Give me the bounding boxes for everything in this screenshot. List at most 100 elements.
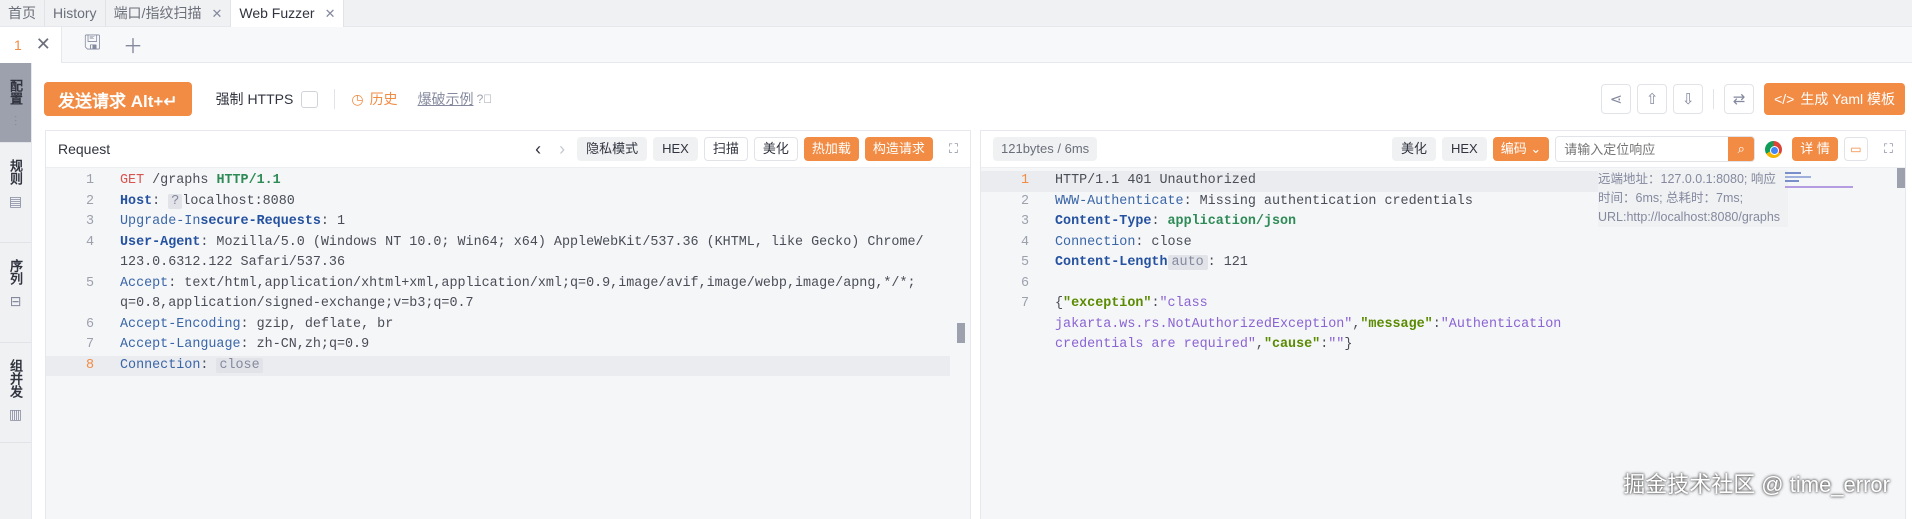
close-icon[interactable]: ✕: [211, 0, 222, 27]
code-token: :: [200, 357, 217, 373]
code-token: : text/html,application/xhtml+xml,applic…: [120, 275, 924, 312]
chevron-down-icon: ⌄: [1530, 141, 1542, 156]
fuzzer-subtab-bar: 1 ✕ 🖫 ＋: [0, 26, 1912, 63]
columns-icon: ▥: [8, 406, 23, 422]
code-token: Accept: [120, 275, 169, 291]
beautify-button[interactable]: 美化: [753, 137, 798, 161]
subtab-1[interactable]: 1 ✕: [0, 26, 62, 63]
scrollbar[interactable]: [957, 323, 965, 343]
line-text: Content-Type: application/json: [1055, 212, 1296, 233]
yaml-label: 生成 Yaml 模板: [1800, 91, 1895, 107]
code-line: 1 GET /graphs HTTP/1.1: [46, 171, 950, 192]
tab-label: Web Fuzzer: [239, 5, 315, 21]
code-line: 2 WWW-Authenticate: Missing authenticatio…: [981, 192, 1605, 213]
sidebar-label: 配置: [8, 79, 23, 105]
code-token: Upgrade-In: [120, 214, 201, 229]
swap-icon[interactable]: ⇄: [1724, 84, 1755, 114]
share-icon[interactable]: ⋖: [1601, 84, 1632, 114]
search-icon[interactable]: ⌕: [1728, 137, 1755, 161]
scan-button[interactable]: 扫描: [703, 137, 748, 161]
line-number: 4: [1020, 234, 1029, 250]
construct-request-button[interactable]: 构造请求: [864, 137, 933, 161]
back-icon[interactable]: ‹: [529, 139, 547, 160]
clipboard-icon: ▤: [8, 193, 23, 209]
request-editor[interactable]: 1 GET /graphs HTTP/1.1 2 Host: ? localhost:8…: [46, 168, 970, 376]
chrome-icon[interactable]: [1765, 140, 1783, 158]
line-number: 4: [85, 234, 94, 250]
tab-label: History: [53, 5, 97, 21]
code-token: :: [152, 193, 169, 209]
import-icon[interactable]: ⇩: [1673, 84, 1704, 114]
code-line: 4 User-Agent: Mozilla/5.0 (Windows NT 10.…: [46, 233, 950, 274]
line-text: Accept: text/html,application/xhtml+xml,…: [120, 274, 950, 315]
code-token: Connection: [1055, 234, 1136, 250]
line-number: 7: [1020, 296, 1029, 311]
forward-icon[interactable]: ›: [553, 139, 571, 160]
detail-button[interactable]: 详 情: [1792, 137, 1838, 161]
watermark: 掘金技术社区 @ time_error: [1623, 472, 1890, 497]
code-token: }: [1344, 337, 1353, 352]
line-number: 3: [85, 214, 94, 229]
code-token: ,: [1255, 337, 1264, 352]
help-icon[interactable]: ?⃝: [477, 92, 493, 106]
sidebar-item-sequence[interactable]: 序列 ⊟: [0, 243, 31, 343]
scrollbar[interactable]: [1897, 168, 1905, 188]
sidebar-item-config[interactable]: 配置 ⫶: [0, 63, 31, 143]
code-token: "": [1328, 337, 1345, 352]
code-token: GET: [120, 173, 145, 188]
code-token: :: [1151, 214, 1168, 229]
close-icon[interactable]: ✕: [325, 0, 336, 27]
code-line: 5 Accept: text/html,application/xhtml+xml…: [46, 274, 950, 315]
request-panel: Request ‹ › 隐私模式 HEX 扫描 美化 热加载 构造请求 ⛶ 1 GE…: [45, 130, 971, 519]
line-text: Connection: close: [120, 356, 263, 377]
line-number: 5: [1020, 255, 1029, 270]
code-token: : gzip, deflate, br: [240, 316, 394, 332]
close-icon[interactable]: ✕: [36, 34, 51, 55]
force-https-label: 强制 HTTPS: [215, 91, 294, 107]
sidebar-label: 组并发: [8, 359, 23, 398]
line-number: 2: [85, 193, 94, 209]
line-text: HTTP/1.1 401 Unauthorized: [1055, 171, 1256, 192]
history-button[interactable]: ◷ 历史: [351, 89, 397, 109]
left-sidebar: 配置 ⫶ 规则 ▤ 序列 ⊟ 组并发 ▥: [0, 63, 32, 519]
fullscreen-icon[interactable]: ⛶: [1884, 141, 1893, 157]
line-number: 2: [1020, 193, 1029, 209]
generate-yaml-button[interactable]: </> 生成 Yaml 模板: [1764, 83, 1905, 115]
sidebar-item-concurrency[interactable]: 组并发 ▥: [0, 343, 31, 443]
privacy-mode-button[interactable]: 隐私模式: [577, 137, 648, 161]
beautify-button[interactable]: 美化: [1391, 137, 1436, 161]
hex-button[interactable]: HEX: [653, 137, 698, 161]
code-token: : 121: [1207, 255, 1248, 270]
tab-port-scan[interactable]: 端口/指纹扫描 ✕: [106, 0, 232, 27]
comment-icon[interactable]: ▭: [1843, 137, 1868, 161]
hex-button[interactable]: HEX: [1441, 137, 1487, 161]
send-request-button[interactable]: 发送请求 Alt+↵: [44, 82, 192, 116]
line-text: {"exception":"class jakarta.ws.rs.NotAut…: [1055, 294, 1605, 356]
response-info-tooltip: 远端地址：127.0.0.1:8080; 响应时间：6ms; 总耗时：7ms; …: [1598, 170, 1788, 227]
response-search-input[interactable]: [1556, 137, 1729, 161]
code-line: 7 Accept-Language: zh-CN,zh;q=0.9: [46, 335, 950, 356]
code-line: 5 Content-Length auto: 121: [981, 253, 1605, 274]
sidebar-label: 序列: [8, 259, 23, 285]
save-icon[interactable]: 🖫: [84, 28, 101, 62]
code-token: auto: [1167, 255, 1208, 270]
tab-home[interactable]: 首页: [0, 0, 45, 27]
tab-web-fuzzer[interactable]: Web Fuzzer ✕: [231, 0, 345, 27]
line-number: 6: [85, 316, 94, 332]
code-line: 3 Upgrade-Insecure-Requests: 1: [46, 212, 950, 233]
plus-icon[interactable]: ＋: [123, 30, 143, 59]
sidebar-item-rules[interactable]: 规则 ▤: [0, 143, 31, 243]
export-icon[interactable]: ⇧: [1637, 84, 1668, 114]
encode-dropdown[interactable]: 编码 ⌄: [1492, 137, 1550, 161]
force-https-checkbox[interactable]: [301, 90, 319, 108]
hotload-button[interactable]: 热加载: [803, 137, 859, 161]
tab-history[interactable]: History: [45, 0, 106, 27]
fullscreen-icon[interactable]: ⛶: [949, 141, 958, 157]
code-token: Host: [120, 193, 153, 209]
line-text: Accept-Language: zh-CN,zh;q=0.9: [120, 335, 369, 356]
code-token: Connection: [120, 357, 201, 373]
code-token: Accept-Language: [120, 337, 241, 352]
tab-label: 首页: [8, 5, 36, 21]
response-search: ⌕: [1555, 136, 1756, 162]
fuzz-demo-link[interactable]: 爆破示例: [418, 89, 474, 109]
